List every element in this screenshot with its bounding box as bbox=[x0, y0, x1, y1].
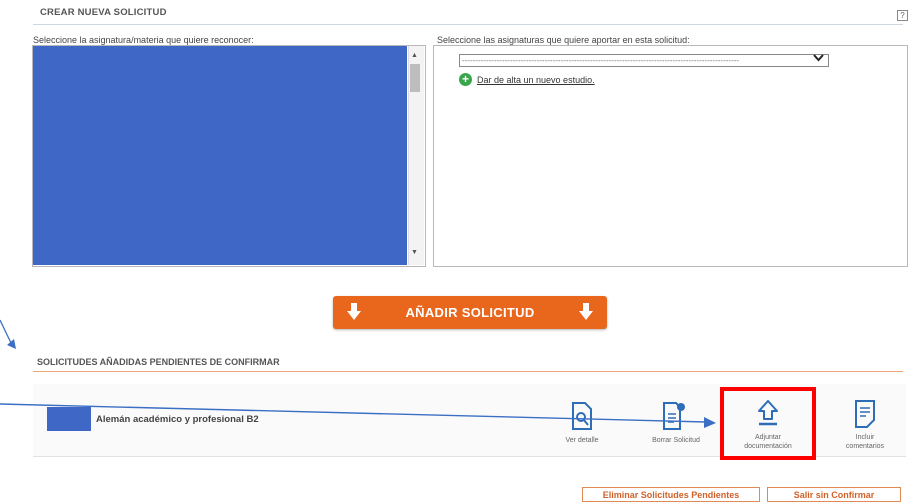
annotation-arrowhead bbox=[704, 417, 716, 428]
annotation-arrow-line bbox=[0, 403, 707, 423]
delete-pending-button[interactable]: Eliminar Solicitudes Pendientes bbox=[582, 487, 760, 502]
annotation-arrowhead bbox=[7, 339, 16, 349]
exit-without-confirm-button[interactable]: Salir sin Confirmar bbox=[767, 487, 901, 502]
annotation-arrow-line bbox=[0, 319, 12, 344]
annotation-arrows bbox=[0, 319, 716, 428]
